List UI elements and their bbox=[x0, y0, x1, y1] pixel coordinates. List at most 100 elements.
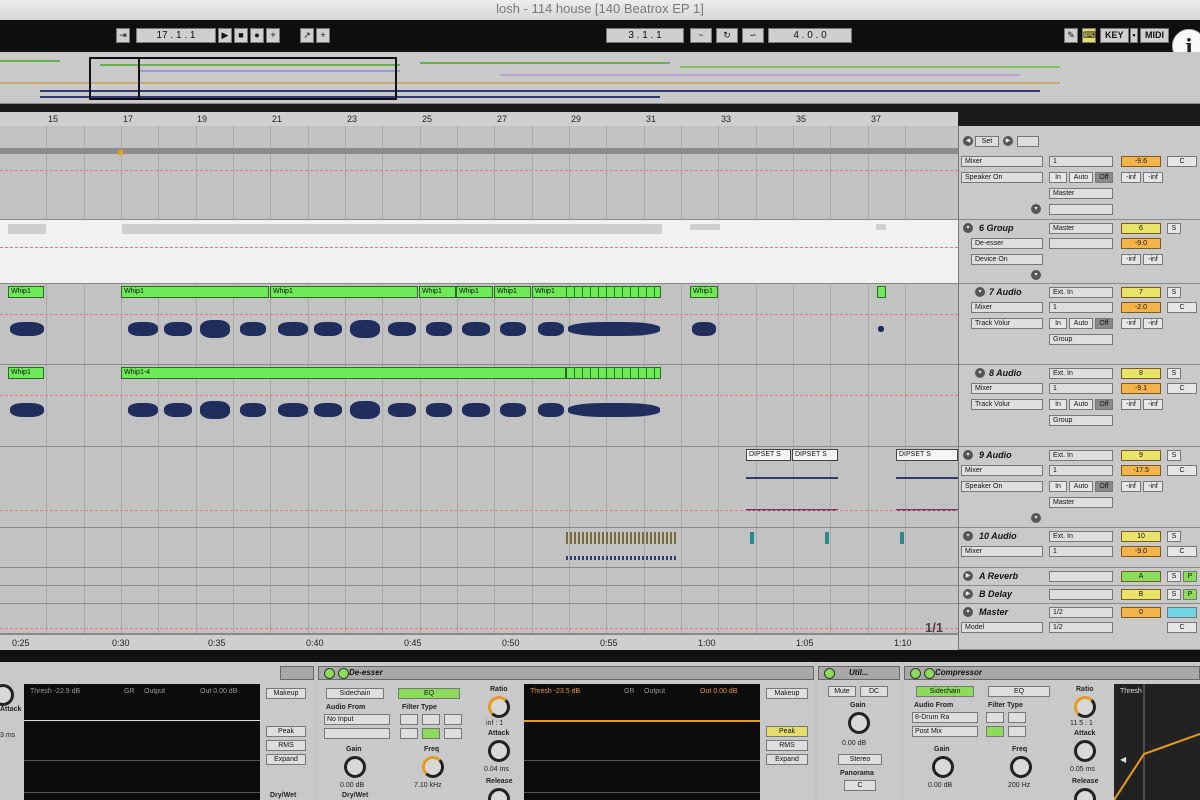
seconds-ruler[interactable]: 0:25 0:30 0:35 0:40 0:45 0:50 0:55 1:00 … bbox=[0, 634, 958, 650]
output-sub-select[interactable] bbox=[1049, 238, 1113, 249]
io-expand-icon[interactable]: ▾ bbox=[1031, 204, 1041, 214]
rms-button[interactable]: RMS bbox=[266, 740, 306, 751]
solo-button[interactable]: S bbox=[1167, 287, 1181, 298]
input-source-select[interactable]: Ext. In bbox=[1049, 287, 1113, 298]
automation-arm-icon[interactable]: ↗ bbox=[300, 28, 314, 43]
monitor-in-button[interactable]: In bbox=[1049, 481, 1067, 492]
sidechain-button[interactable]: Sidechain bbox=[916, 686, 974, 697]
monitor-off-button[interactable]: Off bbox=[1095, 399, 1113, 410]
track-lane-8[interactable]: Whip1 Whip1-4 bbox=[0, 365, 958, 447]
device-header-buttons[interactable] bbox=[280, 666, 314, 680]
freq-knob[interactable] bbox=[422, 756, 444, 778]
de-esser-display[interactable]: Thresh -23.5 dB GR Output Out 0.00 dB bbox=[524, 684, 760, 800]
loop-length-field[interactable]: 4 . 0 . 0 bbox=[768, 28, 852, 43]
expand-button[interactable]: Expand bbox=[766, 754, 808, 765]
computer-keyboard-icon[interactable]: ⌨ bbox=[1082, 28, 1096, 43]
track-lane-7[interactable]: Whip1 Whip1 Whip1 Whip1 Whip1 Whip1 Whip… bbox=[0, 284, 958, 365]
audio-clip-small[interactable] bbox=[877, 286, 886, 298]
volume-field[interactable]: -9.6 bbox=[1121, 156, 1161, 167]
track-number[interactable]: 9 bbox=[1121, 450, 1161, 461]
volume-field[interactable]: -2.0 bbox=[1121, 302, 1161, 313]
monitor-auto-button[interactable]: Auto bbox=[1069, 318, 1093, 329]
gr-indicator[interactable]: GR bbox=[624, 688, 635, 695]
audio-clip-chopped[interactable] bbox=[566, 367, 661, 379]
input-source-select[interactable]: Ext. In bbox=[1049, 368, 1113, 379]
output-type-select[interactable]: Model bbox=[961, 622, 1043, 633]
output-select[interactable]: Master bbox=[1049, 223, 1113, 234]
key-map-button[interactable]: KEY bbox=[1100, 28, 1129, 43]
device-play-icon[interactable] bbox=[924, 668, 935, 679]
makeup-button[interactable]: Makeup bbox=[766, 688, 808, 699]
audio-clip[interactable]: DIPSET S bbox=[792, 449, 838, 461]
sidechain-gain-knob[interactable] bbox=[932, 756, 954, 778]
output-select[interactable]: Group bbox=[1049, 334, 1113, 345]
position-field[interactable]: 17 . 1 . 1 bbox=[136, 28, 216, 43]
input-channel-select[interactable]: 1 bbox=[1049, 383, 1113, 394]
volume-field[interactable]: -17.5 bbox=[1121, 465, 1161, 476]
filter-type-bandpass-button[interactable] bbox=[1008, 712, 1026, 723]
track-number[interactable]: 8 bbox=[1121, 368, 1161, 379]
sidechain-gain-knob[interactable] bbox=[344, 756, 366, 778]
output-select[interactable]: Group bbox=[1049, 415, 1113, 426]
pre-post-button[interactable]: P bbox=[1183, 589, 1197, 600]
input-channel-select[interactable]: 1 bbox=[1049, 302, 1113, 313]
track-number[interactable]: A bbox=[1121, 571, 1161, 582]
audio-clip[interactable]: Whip1 bbox=[456, 286, 493, 298]
track-lane-group[interactable] bbox=[0, 220, 958, 284]
track-fold-icon[interactable]: ▶ bbox=[963, 571, 973, 581]
output-select[interactable] bbox=[1049, 571, 1113, 582]
filter-type-highpass-button[interactable] bbox=[986, 726, 1004, 737]
track-name[interactable]: 6 Group bbox=[979, 223, 1014, 233]
input-channel-select[interactable]: Speaker On bbox=[961, 481, 1043, 492]
device-title[interactable]: Compressor bbox=[904, 666, 1200, 680]
monitor-auto-button[interactable]: Auto bbox=[1069, 172, 1093, 183]
solo-button[interactable]: S bbox=[1167, 223, 1181, 234]
input-channel-select[interactable]: 1 bbox=[1049, 546, 1113, 557]
track-fold-icon[interactable]: ▾ bbox=[963, 450, 973, 460]
input-channel-select[interactable]: 1 bbox=[1049, 465, 1113, 476]
peak-button[interactable]: Peak bbox=[766, 726, 808, 737]
monitor-in-button[interactable]: In bbox=[1049, 318, 1067, 329]
pan-field[interactable]: C bbox=[1167, 302, 1197, 313]
sidechain-button[interactable]: Sidechain bbox=[326, 688, 384, 699]
release-knob[interactable] bbox=[488, 788, 510, 800]
output-indicator[interactable]: Output bbox=[644, 688, 665, 695]
device-play-icon[interactable] bbox=[338, 668, 349, 679]
track-number[interactable]: B bbox=[1121, 589, 1161, 600]
device-power-icon[interactable] bbox=[824, 668, 835, 679]
pan-field[interactable]: C bbox=[1167, 546, 1197, 557]
track-name[interactable]: 8 Audio bbox=[989, 368, 1022, 378]
input-channel-select[interactable]: Track Volur bbox=[971, 399, 1043, 410]
audio-clip[interactable]: Whip1 bbox=[690, 286, 718, 298]
audio-clip[interactable]: Whip1 bbox=[419, 286, 456, 298]
input-channel-select[interactable]: Track Volur bbox=[971, 318, 1043, 329]
ratio-knob[interactable] bbox=[1074, 696, 1096, 718]
freq-knob[interactable] bbox=[1010, 756, 1032, 778]
arrangement-view[interactable]: Whip1 Whip1 Whip1 Whip1 Whip1 Whip1 Whip… bbox=[0, 126, 958, 634]
track-fold-icon[interactable]: ▾ bbox=[963, 607, 973, 617]
pan-field[interactable]: C bbox=[1167, 622, 1197, 633]
input-channel-select[interactable]: Speaker On bbox=[961, 172, 1043, 183]
track-name[interactable]: A Reverb bbox=[979, 571, 1018, 581]
overdub-icon[interactable]: + bbox=[266, 28, 280, 43]
add-icon[interactable]: + bbox=[316, 28, 330, 43]
io-expand-icon[interactable]: ▾ bbox=[1031, 513, 1041, 523]
solo-button[interactable]: S bbox=[1167, 589, 1181, 600]
track-name[interactable]: 7 Audio bbox=[989, 287, 1022, 297]
filter-type-bandpass-button[interactable] bbox=[422, 714, 440, 725]
audio-clip-chopped[interactable] bbox=[566, 286, 661, 298]
filter-type-shelf-button[interactable] bbox=[444, 728, 462, 739]
punch-in-icon[interactable]: ~ bbox=[690, 28, 712, 43]
audio-clip[interactable]: DIPSET S bbox=[896, 449, 958, 461]
punch-out-icon[interactable]: ∽ bbox=[742, 28, 764, 43]
track-lane-9[interactable]: DIPSET S DIPSET S DIPSET S bbox=[0, 447, 958, 528]
track-number[interactable]: 6 bbox=[1121, 223, 1161, 234]
audio-clip[interactable]: Whip1 bbox=[270, 286, 418, 298]
stereo-select[interactable]: Stereo bbox=[838, 754, 882, 765]
output-select[interactable]: Master bbox=[1049, 497, 1113, 508]
pan-field[interactable]: C bbox=[1167, 383, 1197, 394]
filter-type-lowpass-button[interactable] bbox=[986, 712, 1004, 723]
volume-field[interactable]: -9.0 bbox=[1121, 546, 1161, 557]
output-select[interactable]: Master bbox=[1049, 188, 1113, 199]
ratio-knob[interactable] bbox=[488, 696, 510, 718]
